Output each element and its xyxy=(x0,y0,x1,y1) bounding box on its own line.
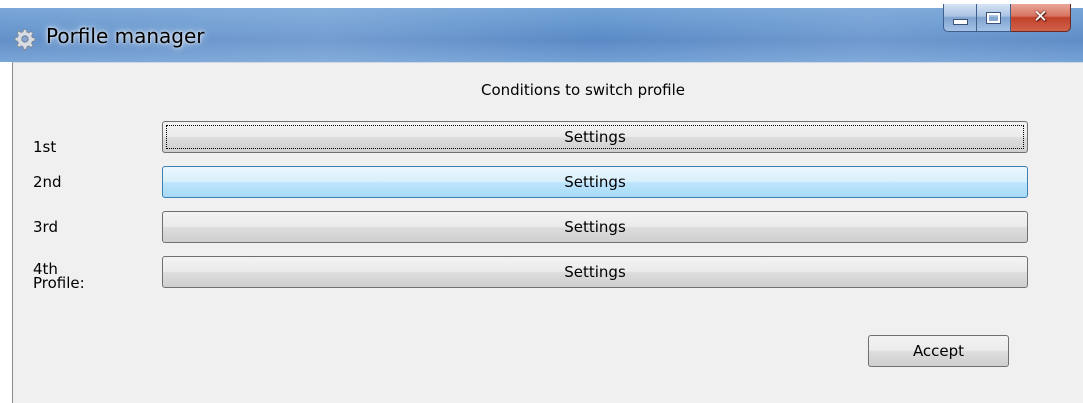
client-area: Conditions to switch profile 1st Setting… xyxy=(12,62,1083,403)
gear-icon xyxy=(14,29,36,50)
accept-button-label: Accept xyxy=(912,342,965,360)
maximize-button[interactable] xyxy=(977,4,1011,32)
settings-button-label: Settings xyxy=(564,263,626,281)
settings-button-2nd[interactable]: Settings xyxy=(162,166,1028,198)
close-icon: ✕ xyxy=(1033,7,1048,27)
window-title: Porfile manager xyxy=(46,24,205,48)
profile-manager-window: Porfile manager ✕ Conditions to switch p… xyxy=(0,0,1083,403)
settings-button-3rd[interactable]: Settings xyxy=(162,211,1028,243)
settings-button-label: Settings xyxy=(564,128,626,146)
row-label-2nd: 2nd xyxy=(33,173,62,191)
settings-button-4th[interactable]: Settings xyxy=(162,256,1028,288)
close-button[interactable]: ✕ xyxy=(1011,4,1071,32)
row-label-1st: 1st xyxy=(33,138,57,156)
row-label-profile: Profile: xyxy=(33,274,85,292)
caption-buttons: ✕ xyxy=(943,4,1071,34)
maximize-icon xyxy=(986,11,1001,24)
settings-button-label: Settings xyxy=(564,218,626,236)
conditions-heading: Conditions to switch profile xyxy=(480,81,686,99)
settings-button-label: Settings xyxy=(564,173,626,191)
row-label-3rd: 3rd xyxy=(33,218,58,236)
accept-button[interactable]: Accept xyxy=(868,335,1009,367)
settings-button-1st[interactable]: Settings xyxy=(162,121,1028,153)
minimize-icon xyxy=(952,19,968,25)
minimize-button[interactable] xyxy=(943,4,977,32)
title-bar[interactable]: Porfile manager ✕ xyxy=(0,4,1083,62)
